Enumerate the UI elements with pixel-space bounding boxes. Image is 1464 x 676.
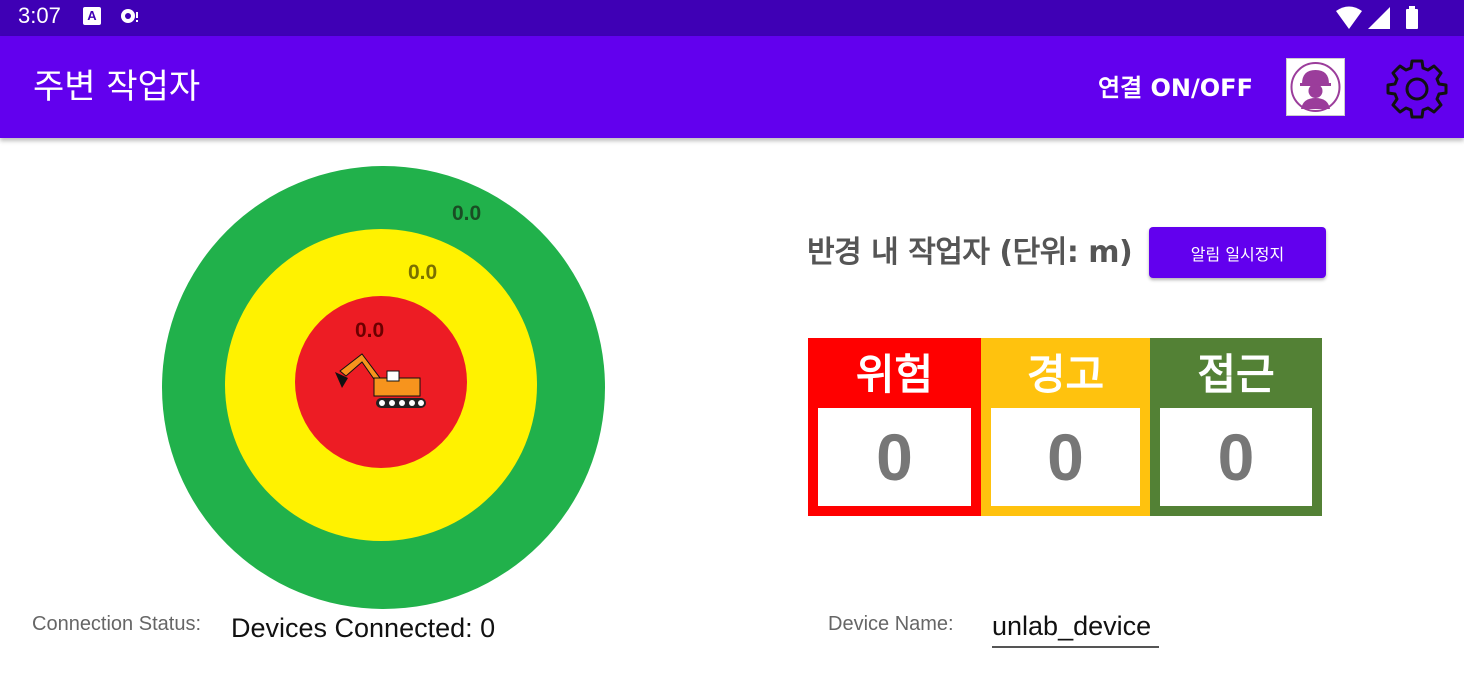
device-name-field[interactable] xyxy=(992,606,1159,648)
worker-helmet-icon xyxy=(1290,62,1341,112)
battery-icon xyxy=(1406,9,1418,29)
record-icon xyxy=(121,9,138,23)
approach-counter-value: 0 xyxy=(1160,408,1312,506)
a-notification-icon: A xyxy=(83,7,101,25)
danger-counter-label: 위험 xyxy=(855,350,934,399)
workers-in-radius-title: 반경 내 작업자 (단위: m) xyxy=(807,235,1133,270)
connect-toggle-button[interactable]: 연결 ON/OFF xyxy=(1098,72,1253,104)
signal-icon xyxy=(1368,7,1390,29)
approach-counter-label: 접근 xyxy=(1197,350,1275,399)
app-bar: 주변 작업자 연결 ON/OFF xyxy=(0,36,1464,138)
device-name-label: Device Name: xyxy=(828,613,954,635)
gear-icon[interactable] xyxy=(1386,57,1448,119)
warning-distance-label: 0.0 xyxy=(408,261,438,284)
wifi-icon xyxy=(1336,6,1362,29)
approach-counter: 접근 0 xyxy=(1150,338,1322,516)
status-icons xyxy=(1336,6,1418,29)
danger-counter: 위험 0 xyxy=(808,338,981,516)
warning-counter: 경고 0 xyxy=(981,338,1150,516)
danger-distance-label: 0.0 xyxy=(355,319,385,342)
distance-radar: 0.0 0.0 0.0 xyxy=(162,166,605,609)
status-time: 3:07 xyxy=(18,3,61,28)
connection-status-label: Connection Status: xyxy=(32,613,201,635)
page-title: 주변 작업자 xyxy=(33,67,201,107)
status-bar: 3:07 A xyxy=(0,0,1464,36)
warning-counter-value: 0 xyxy=(991,408,1140,506)
pause-alarm-button[interactable]: 알림 일시정지 xyxy=(1149,227,1326,278)
worker-profile-button[interactable] xyxy=(1286,58,1345,116)
connection-status-value: Devices Connected: 0 xyxy=(231,613,496,643)
danger-counter-value: 0 xyxy=(818,408,971,506)
worker-counters: 위험 0 경고 0 접근 0 xyxy=(808,338,1322,516)
warning-counter-label: 경고 xyxy=(1026,350,1105,399)
approach-distance-label: 0.0 xyxy=(452,202,482,225)
